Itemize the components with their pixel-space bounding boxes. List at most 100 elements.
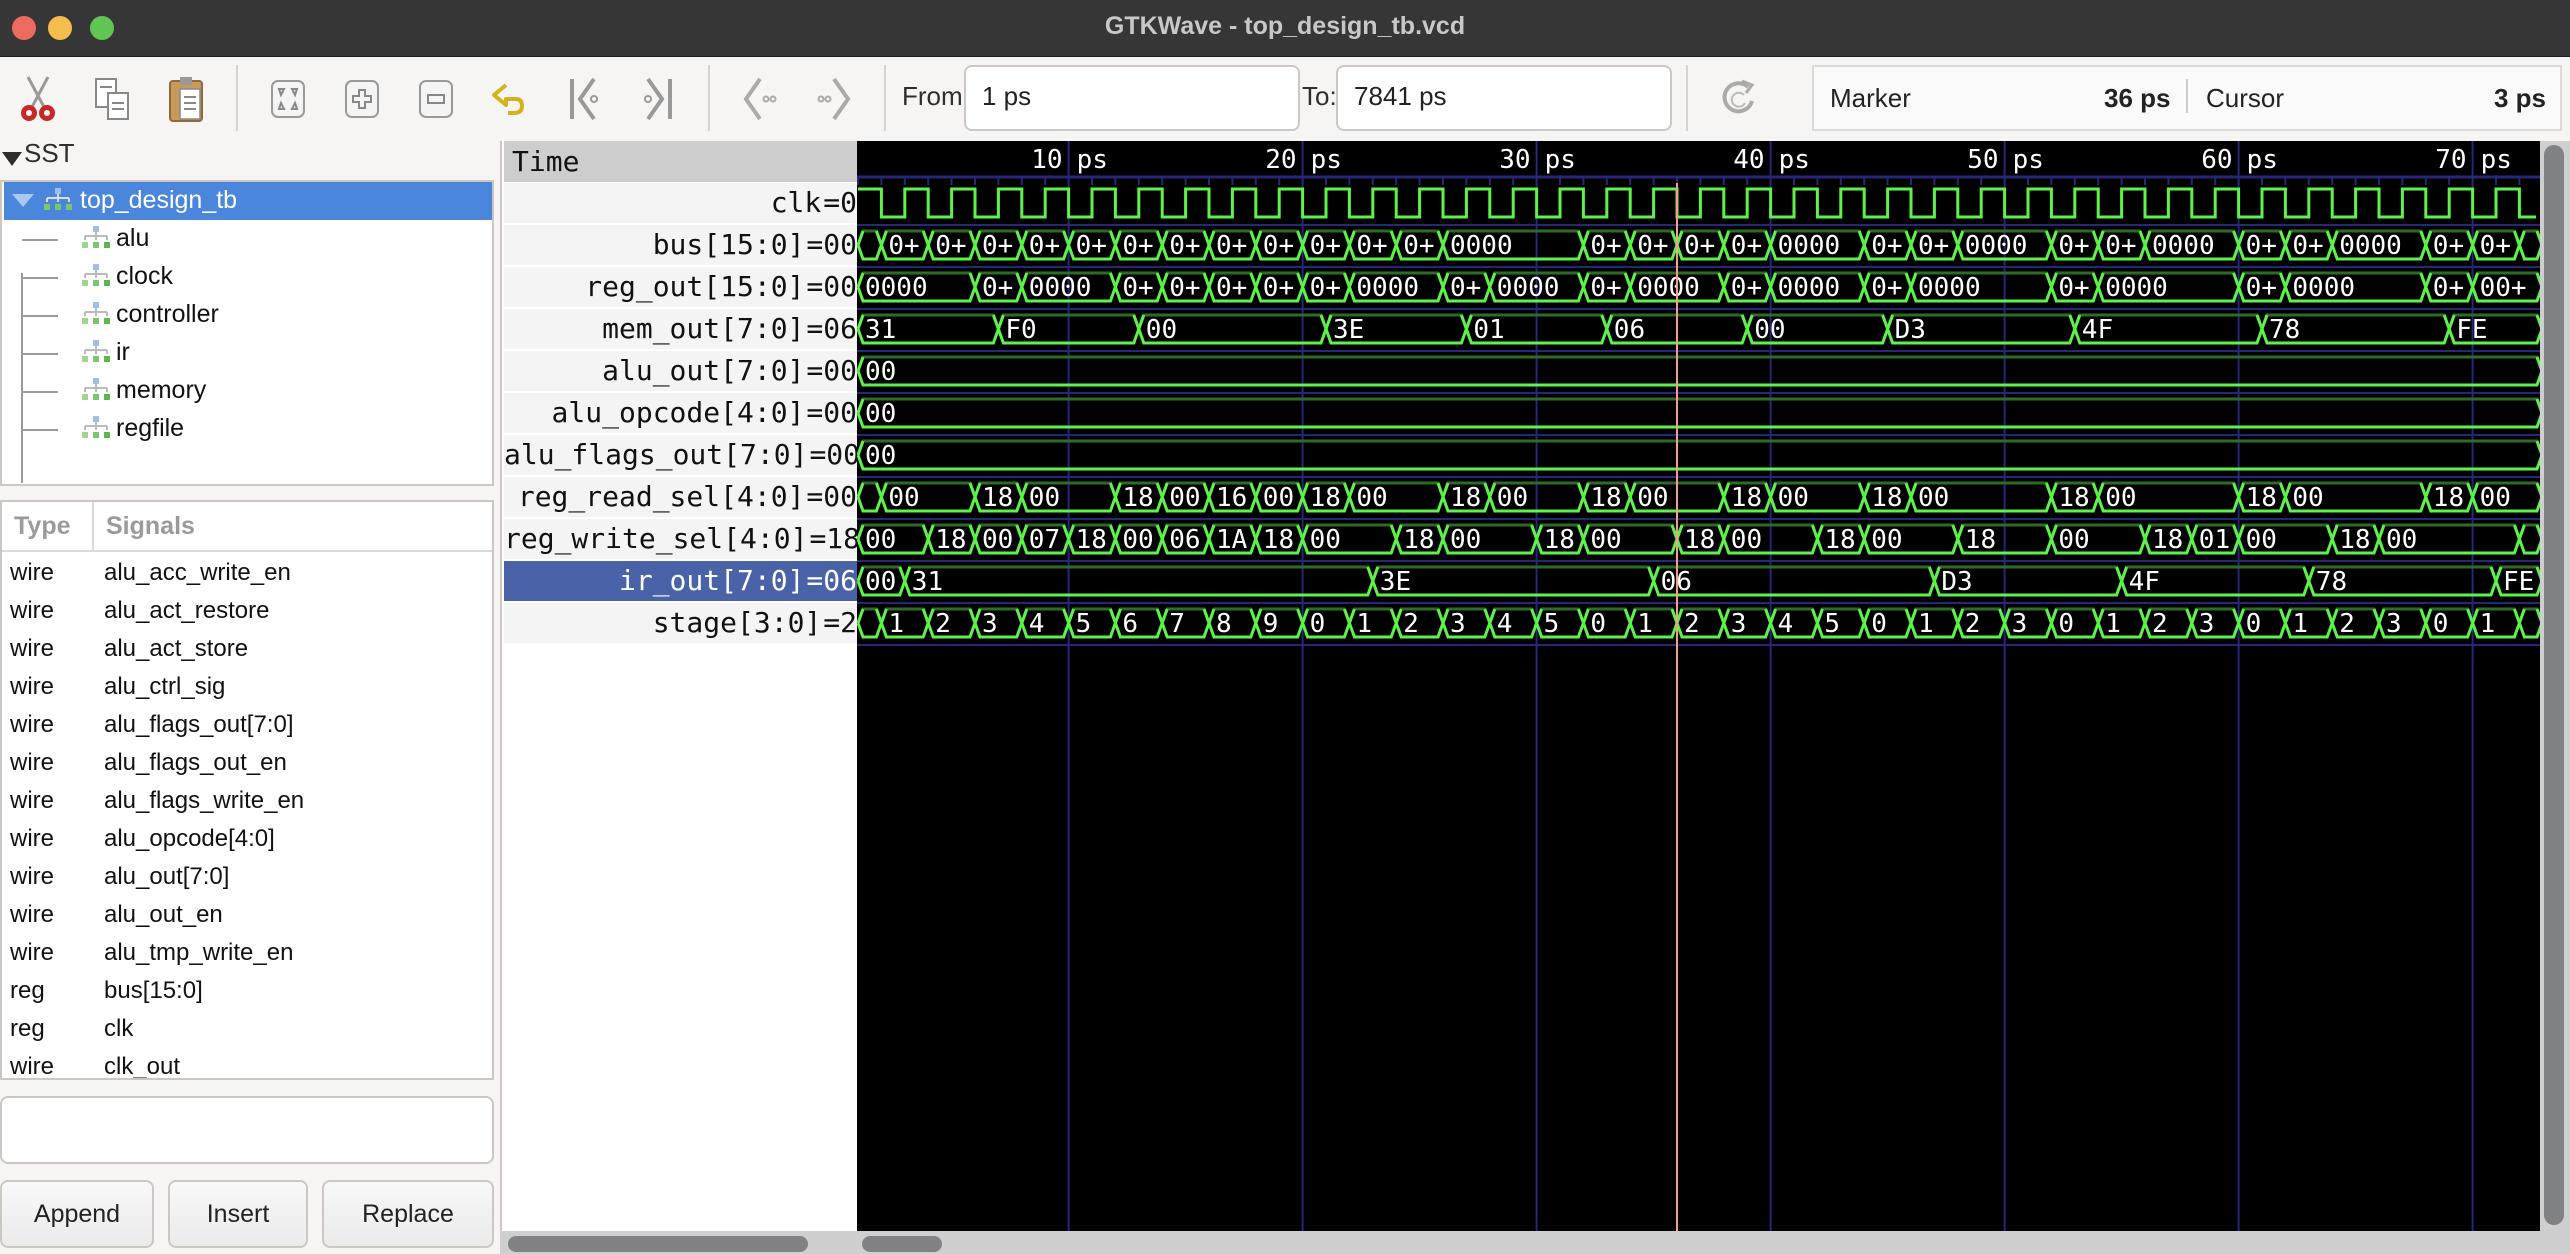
waveform-canvas[interactable]: 10 ps 20 ps 30 ps 40 ps 50 ps 60 ps 70 ps 0+ 0+ 0+ 0+ 0+ 0+… <box>857 141 2540 1231</box>
bus-value-label: D3 <box>1895 315 1926 345</box>
bus-value-label: 0+ <box>1169 231 1200 261</box>
bus-transition-edge <box>1254 272 1263 288</box>
major-tick-label: 60 <box>2201 145 2232 175</box>
signal-name: alu_flags_out[7:0] <box>104 711 294 738</box>
tree-item-alu[interactable]: alu <box>4 220 492 258</box>
bus-transition-edge <box>1862 230 1871 246</box>
paste-button[interactable] <box>162 75 210 123</box>
trace-name-row[interactable]: ir_out[7:0]=06 <box>504 561 859 601</box>
signal-list-row[interactable]: wire alu_ctrl_sig <box>2 668 492 706</box>
bus-transition-edge <box>1488 482 1497 498</box>
signal-list-row[interactable]: reg clk <box>2 1010 492 1048</box>
signal-search-input[interactable] <box>0 1096 494 1164</box>
zoom-to-end-button[interactable] <box>634 75 682 123</box>
signal-list-row[interactable]: wire alu_flags_out[7:0] <box>2 706 492 744</box>
find-next-edge-button[interactable] <box>810 75 858 123</box>
trace-name-row[interactable]: clk=0 <box>504 183 859 223</box>
bus-value-label: 1 <box>1918 609 1934 639</box>
cut-button[interactable] <box>14 75 62 123</box>
trace-name-row[interactable]: reg_out[15:0]=00 <box>504 267 859 307</box>
signal-list-row[interactable]: reg bus[15:0] <box>2 972 492 1010</box>
to-time-input[interactable]: 7841 ps <box>1336 65 1672 131</box>
undo-zoom-button[interactable] <box>486 75 534 123</box>
insert-button[interactable]: Insert <box>168 1180 308 1248</box>
bus-value-label: 2 <box>1403 609 1419 639</box>
bus-transition-edge <box>1628 482 1637 498</box>
vertical-scrollbar-thumb[interactable] <box>2544 145 2564 1225</box>
bus-value-label: D3 <box>1941 567 1972 597</box>
bus-transition-edge <box>2424 608 2433 624</box>
major-tick-unit: ps <box>2247 145 2278 175</box>
bus-transition-edge <box>1254 608 1263 624</box>
tree-item-top_design_tb[interactable]: top_design_tb <box>4 182 492 220</box>
bus-value-label: 00 <box>865 567 896 597</box>
trace-name-row[interactable]: bus[15:0]=00 <box>504 225 859 265</box>
bus-value-label: 18 <box>2152 525 2183 555</box>
signal-list-row[interactable]: wire alu_opcode[4:0] <box>2 820 492 858</box>
horizontal-scrollbar[interactable] <box>500 1231 2570 1254</box>
signal-list-row[interactable]: wire alu_flags_write_en <box>2 782 492 820</box>
tree-item-clock[interactable]: clock <box>4 258 492 296</box>
bus-transition-edge <box>1488 272 1497 288</box>
tree-item-controller[interactable]: controller <box>4 296 492 334</box>
trace-name-row[interactable]: mem_out[7:0]=06 <box>504 309 859 349</box>
expand-triangle-icon[interactable] <box>12 194 34 207</box>
signal-name: alu_ctrl_sig <box>104 673 226 700</box>
find-previous-edge-button[interactable] <box>736 75 784 123</box>
signal-list-row[interactable]: wire alu_out[7:0] <box>2 858 492 896</box>
bus-value-label: 00 <box>1146 315 1177 345</box>
trace-name-row[interactable]: reg_read_sel[4:0]=00 <box>504 477 859 517</box>
bus-value-label: 01 <box>1473 315 1504 345</box>
bus-value-label: 0+ <box>2433 273 2464 303</box>
bus-transition-edge <box>996 314 1005 330</box>
zoom-in-button[interactable] <box>338 75 386 123</box>
signal-list-row[interactable]: wire alu_acc_write_en <box>2 554 492 592</box>
tree-item-ir[interactable]: ir <box>4 334 492 372</box>
tree-item-memory[interactable]: memory <box>4 372 492 410</box>
bus-value-label: 18 <box>1403 525 1434 555</box>
bus-value-label: 0000 <box>1450 231 1513 261</box>
bus-transition-edge <box>1254 482 1263 498</box>
tree-item-regfile[interactable]: regfile <box>4 410 492 448</box>
from-time-input[interactable]: 1 ps <box>964 65 1300 131</box>
bus-value-label: 0+ <box>1684 231 1715 261</box>
bus-value-label: 0+ <box>982 273 1013 303</box>
waveform-scrollbar-thumb[interactable] <box>862 1236 942 1252</box>
append-button[interactable]: Append <box>0 1180 154 1248</box>
zoom-fit-button[interactable] <box>264 75 312 123</box>
trace-name-row[interactable]: alu_out[7:0]=00 <box>504 351 859 391</box>
to-label: To: <box>1302 81 1337 111</box>
signal-names-scrollbar-thumb[interactable] <box>508 1236 808 1252</box>
trace-name-row[interactable]: reg_write_sel[4:0]=18 <box>504 519 859 559</box>
bus-transition-edge <box>1441 230 1450 246</box>
column-header-signals[interactable]: Signals <box>106 512 195 541</box>
bus-transition-edge <box>1347 482 1356 498</box>
bus-value-label: 0 <box>2433 609 2449 639</box>
zoom-to-start-button[interactable] <box>560 75 608 123</box>
bus-transition-edge <box>2424 230 2433 246</box>
bus-transition-edge <box>973 272 982 288</box>
bus-transition-edge <box>1371 566 1380 582</box>
column-header-type[interactable]: Type <box>14 512 71 541</box>
zoom-out-button[interactable] <box>412 75 460 123</box>
trace-name-row[interactable]: alu_flags_out[7:0]=00 <box>504 435 859 475</box>
replace-button[interactable]: Replace <box>322 1180 494 1248</box>
bus-transition-edge <box>2049 230 2058 246</box>
sst-collapse-icon[interactable] <box>2 152 22 166</box>
signal-list-row[interactable]: wire alu_act_restore <box>2 592 492 630</box>
signal-list-row[interactable]: wire alu_flags_out_en <box>2 744 492 782</box>
signal-list-row[interactable]: wire alu_tmp_write_en <box>2 934 492 972</box>
signal-list-row[interactable]: wire alu_out_en <box>2 896 492 934</box>
bus-transition-edge <box>1441 608 1450 624</box>
reload-button[interactable] <box>1714 75 1762 123</box>
bus-value-label: 0+ <box>2246 273 2277 303</box>
signal-list-row[interactable]: wire clk_out <box>2 1048 492 1078</box>
vertical-scrollbar[interactable] <box>2540 141 2570 1231</box>
bus-transition-edge <box>1956 524 1965 540</box>
bus-value-label: 3 <box>2012 609 2028 639</box>
signal-list-row[interactable]: wire alu_act_store <box>2 630 492 668</box>
copy-button[interactable] <box>88 75 136 123</box>
bus-transition-edge <box>1207 524 1216 540</box>
trace-name-row[interactable]: alu_opcode[4:0]=00 <box>504 393 859 433</box>
trace-name-row[interactable]: stage[3:0]=2 <box>504 603 859 643</box>
